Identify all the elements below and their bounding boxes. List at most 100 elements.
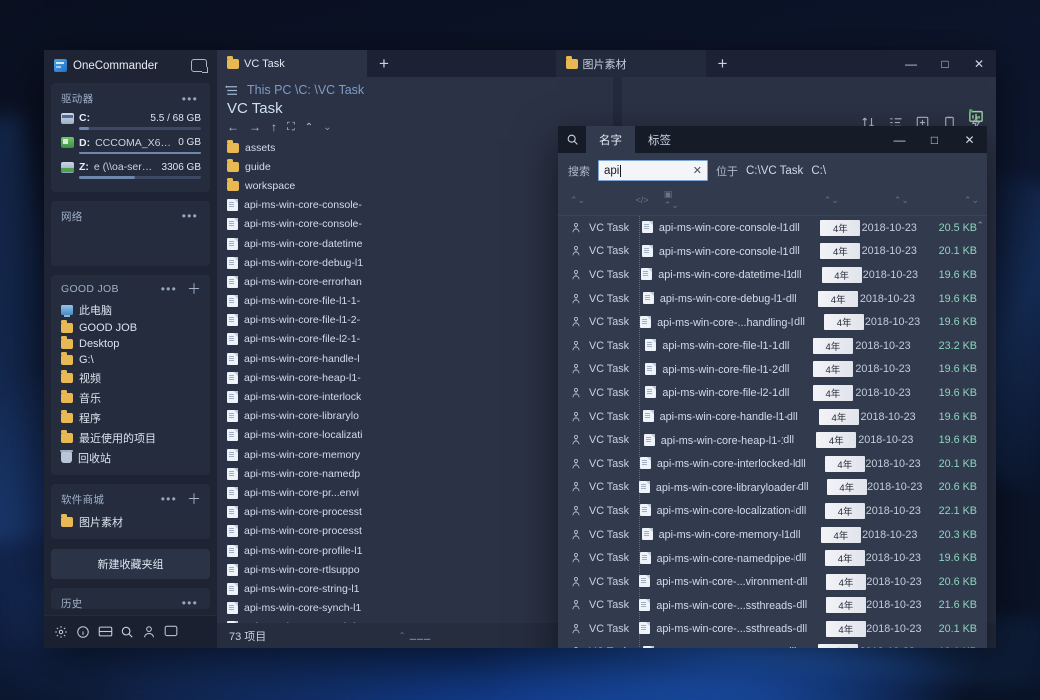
- sort-age-toggle[interactable]: ⌃⌄: [824, 195, 839, 206]
- dialog-close-button[interactable]: ✕: [952, 126, 987, 153]
- drive-item-c[interactable]: C: 5.5 / 68 GB: [51, 111, 210, 130]
- search-input[interactable]: api ✕: [598, 160, 708, 181]
- search-result-row[interactable]: VC Task api-ms-win-core-heap-l1-1-0 dll 4年 2…: [558, 428, 987, 452]
- drive-item-z[interactable]: Z: e (\\oa-server) 3306 GB: [51, 160, 210, 179]
- sidebar-item-desktop[interactable]: Desktop: [57, 336, 204, 352]
- sidebar-item-goodjob[interactable]: GOOD JOB: [57, 320, 204, 336]
- file-row[interactable]: api-ms-win-core-interlock: [217, 387, 613, 406]
- maximize-button[interactable]: □: [928, 50, 962, 77]
- close-button[interactable]: ✕: [962, 50, 996, 77]
- section-more-icon[interactable]: •••: [179, 597, 201, 609]
- sidebar-item-g-drive[interactable]: G:\: [57, 352, 204, 368]
- search-result-row[interactable]: VC Task api-ms-win-core-debug-l1-1-0dll 4年…: [558, 287, 987, 311]
- new-favorites-group-button[interactable]: 新建收藏夹组: [51, 548, 210, 579]
- file-row[interactable]: guide: [217, 157, 613, 176]
- search-result-row[interactable]: VC Task api-ms-win-core-console-l1-1-0dll…: [558, 216, 987, 240]
- info-icon[interactable]: [72, 622, 94, 641]
- tab-image-assets[interactable]: 图片素材: [555, 50, 706, 77]
- file-list[interactable]: assets guide workspace api-ms-win-core-cons…: [217, 137, 613, 623]
- file-row[interactable]: assets: [217, 138, 613, 157]
- tab-name[interactable]: 名字: [586, 126, 635, 153]
- menu-icon[interactable]: [225, 84, 240, 97]
- location-path-2[interactable]: C:\: [811, 165, 826, 177]
- section-more-icon[interactable]: •••: [158, 283, 180, 295]
- search-result-row[interactable]: VC Task api-ms-win-core-datetime-l1-1-0dl…: [558, 263, 987, 287]
- file-row[interactable]: api-ms-win-core-heap-l1-: [217, 368, 613, 387]
- file-row[interactable]: api-ms-win-core-string-l1: [217, 579, 613, 598]
- file-row[interactable]: api-ms-win-core-console-: [217, 196, 613, 215]
- user-icon[interactable]: [138, 622, 160, 641]
- file-row[interactable]: api-ms-win-core-synch-l1: [217, 599, 613, 618]
- section-add-icon[interactable]: ＋: [180, 282, 201, 296]
- file-row[interactable]: api-ms-win-core-console-: [217, 215, 613, 234]
- chart-icon[interactable]: [968, 109, 984, 122]
- file-row[interactable]: api-ms-win-core-profile-l1: [217, 541, 613, 560]
- file-row[interactable]: api-ms-win-core-librarylo: [217, 407, 613, 426]
- sidebar-item-recycle-bin[interactable]: 回收站: [57, 448, 204, 468]
- search-result-row[interactable]: VC Task api-ms-win-core-libraryloader-l1-…: [558, 476, 987, 500]
- chevron-up-icon[interactable]: ⌃: [305, 122, 313, 133]
- search-result-row[interactable]: VC Task api-ms-win-core-profile-l1-1-0dll…: [558, 641, 987, 648]
- breadcrumb[interactable]: This PC \C: \VC Task: [247, 83, 364, 97]
- file-row[interactable]: workspace: [217, 176, 613, 195]
- window-mode-icon[interactable]: [191, 59, 208, 73]
- search-icon[interactable]: [116, 622, 138, 641]
- search-result-row[interactable]: VC Task api-ms-win-core-file-l1-2-0 dll 4年 2…: [558, 358, 987, 382]
- section-more-icon[interactable]: •••: [158, 493, 180, 505]
- sidebar-item-this-pc[interactable]: 此电脑: [57, 300, 204, 320]
- file-row[interactable]: api-ms-win-core-rtlsuppo: [217, 560, 613, 579]
- scroll-up-indicator[interactable]: ⌃: [976, 220, 984, 231]
- new-folder-icon[interactable]: ⛶: [287, 121, 295, 134]
- sidebar-item-videos[interactable]: 视频: [57, 368, 204, 388]
- file-row[interactable]: api-ms-win-core-errorhan: [217, 272, 613, 291]
- search-result-row[interactable]: VC Task api-ms-win-core-...ssthreads-l1-1…: [558, 594, 987, 618]
- file-row[interactable]: api-ms-win-core-localizati: [217, 426, 613, 445]
- sort-scope-toggle[interactable]: ⌃⌄: [570, 195, 621, 206]
- minimize-button[interactable]: —: [894, 50, 928, 77]
- sidebar-item-recent[interactable]: 最近使用的项目: [57, 428, 204, 448]
- search-result-row[interactable]: VC Task api-ms-win-core-interlocked-l1-1-…: [558, 452, 987, 476]
- file-row[interactable]: api-ms-win-core-file-l1-2-: [217, 311, 613, 330]
- tab-vc-task[interactable]: VC Task: [217, 50, 367, 77]
- layout-icon[interactable]: [94, 622, 116, 641]
- file-row[interactable]: api-ms-win-core-file-l2-1-: [217, 330, 613, 349]
- dialog-maximize-button[interactable]: □: [917, 126, 952, 153]
- search-result-row[interactable]: VC Task api-ms-win-core-file-l1-1-0 dll 4年 2…: [558, 334, 987, 358]
- search-result-row[interactable]: VC Task api-ms-win-core-handle-l1-1-0dll 4…: [558, 405, 987, 429]
- file-row[interactable]: api-ms-win-core-debug-l1: [217, 253, 613, 272]
- search-result-row[interactable]: VC Task api-ms-win-core-file-l2-1-0 dll 4年 2…: [558, 381, 987, 405]
- location-path-1[interactable]: C:\VC Task: [746, 165, 803, 177]
- file-row[interactable]: api-ms-win-core-memory: [217, 445, 613, 464]
- file-row[interactable]: api-ms-win-core-processt: [217, 503, 613, 522]
- section-more-icon[interactable]: •••: [179, 210, 201, 222]
- search-result-row[interactable]: VC Task api-ms-win-core-memory-l1-1-0dll 4…: [558, 523, 987, 547]
- back-arrow-icon[interactable]: ←: [227, 120, 239, 134]
- file-row[interactable]: api-ms-win-core-handle-l: [217, 349, 613, 368]
- forward-arrow-icon[interactable]: →: [249, 120, 261, 134]
- window-icon[interactable]: [160, 622, 182, 641]
- section-more-icon[interactable]: •••: [179, 93, 201, 105]
- chevron-down-icon[interactable]: ⌄: [323, 122, 331, 133]
- clear-search-icon[interactable]: ✕: [693, 164, 702, 177]
- search-result-row[interactable]: VC Task api-ms-win-core-...ssthreads-l1-1…: [558, 617, 987, 641]
- code-column-icon[interactable]: </>: [621, 195, 664, 205]
- sort-date-toggle[interactable]: ⌃⌄: [894, 195, 909, 206]
- search-result-row[interactable]: VC Task api-ms-win-core-console-l1-2-0dll…: [558, 240, 987, 264]
- tab-tags[interactable]: 标签: [635, 126, 684, 153]
- gear-icon[interactable]: [50, 622, 72, 641]
- search-results-body[interactable]: ⌃ ⌄ VC Taskapi-ms-win-core-console-l1-1-…: [558, 215, 987, 648]
- file-row[interactable]: api-ms-win-core-datetime: [217, 234, 613, 253]
- dialog-minimize-button[interactable]: —: [882, 126, 917, 153]
- file-row[interactable]: api-ms-win-core-processt: [217, 522, 613, 541]
- drive-item-d[interactable]: D: CCCOMA_X64FR... 0 GB: [51, 136, 210, 154]
- search-result-row[interactable]: VC Task api-ms-win-core-...vironment-l1-1…: [558, 570, 987, 594]
- new-tab-button-left[interactable]: +: [367, 50, 401, 77]
- search-result-row[interactable]: VC Task api-ms-win-core-localization-l1-2…: [558, 499, 987, 523]
- up-arrow-icon[interactable]: ↑: [271, 120, 277, 134]
- file-row[interactable]: api-ms-win-core-file-l1-1-: [217, 292, 613, 311]
- sort-name-toggle[interactable]: ▣ ⌃⌄: [664, 189, 684, 211]
- file-row[interactable]: api-ms-win-core-pr...envi: [217, 483, 613, 502]
- sidebar-item-music[interactable]: 音乐: [57, 388, 204, 408]
- section-add-icon[interactable]: ＋: [180, 492, 201, 506]
- sidebar-item-programs[interactable]: 程序: [57, 408, 204, 428]
